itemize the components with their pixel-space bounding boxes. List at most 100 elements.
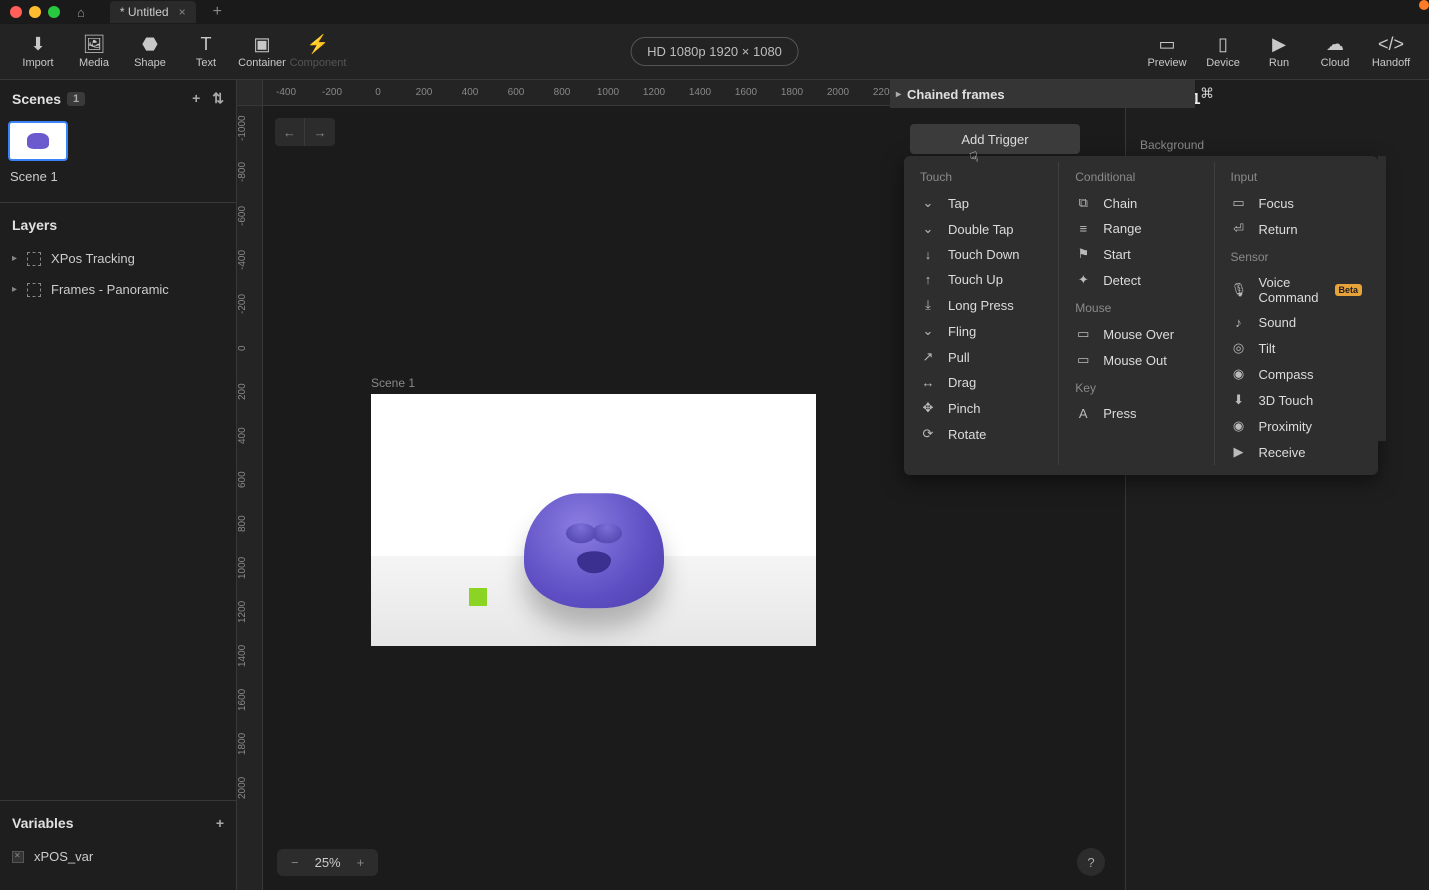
add-variable-button[interactable]: +	[216, 815, 224, 831]
trigger-item-touch-down[interactable]: ↓Touch Down	[906, 242, 1056, 267]
variables-header: Variables +	[0, 805, 236, 841]
disclosure-icon[interactable]: ▸	[896, 89, 901, 100]
trigger-item-receive[interactable]: ▶Receive	[1217, 439, 1376, 465]
start-icon: ⚑	[1075, 246, 1091, 262]
fling-icon: ⌄	[920, 323, 936, 339]
zoom-value[interactable]: 25%	[315, 855, 341, 870]
touch-up-icon: ↑	[920, 272, 936, 287]
add-trigger-button[interactable]: Add Trigger	[910, 124, 1080, 154]
close-tab-icon[interactable]: ×	[179, 5, 186, 19]
text-button[interactable]: T Text	[178, 27, 234, 77]
ruler-tick: 400	[237, 414, 262, 458]
chevron-right-icon[interactable]: ▸	[12, 253, 17, 264]
trigger-item-label: Range	[1103, 221, 1141, 236]
trigger-item-touch-up[interactable]: ↑Touch Up	[906, 267, 1056, 292]
trigger-item-focus[interactable]: ▭Focus	[1217, 190, 1376, 216]
container-button[interactable]: ▣ Container	[234, 27, 290, 77]
scene-label[interactable]: Scene 1	[0, 165, 236, 198]
green-marker[interactable]	[469, 588, 487, 606]
layer-item[interactable]: ▸ Frames - Panoramic	[0, 274, 236, 305]
ruler-tick: -600	[237, 194, 262, 238]
trigger-menu: Touch ⌄Tap⌄Double Tap↓Touch Down↑Touch U…	[904, 156, 1378, 475]
shape-button[interactable]: ⬣ Shape	[122, 27, 178, 77]
cloud-button[interactable]: ☁ Cloud	[1307, 27, 1363, 77]
handoff-button[interactable]: </> Handoff	[1363, 27, 1419, 77]
trigger-item-press[interactable]: APress	[1061, 401, 1211, 426]
trigger-item-pinch[interactable]: ✥Pinch	[906, 395, 1056, 421]
long-press-icon: ⤓	[920, 297, 936, 313]
scenes-count: 1	[67, 92, 85, 106]
trigger-item-range[interactable]: ≡ Range	[1061, 216, 1211, 241]
window-titlebar: ⌂ * Untitled × +	[0, 0, 1429, 24]
double-tap-icon: ⌄	[920, 221, 936, 237]
nav-back-button[interactable]: ←	[275, 118, 305, 146]
device-button[interactable]: ▯ Device	[1195, 27, 1251, 77]
chained-frames-header[interactable]: ▸ Chained frames	[890, 80, 1195, 108]
resolution-label: HD 1080p 1920 × 1080	[647, 44, 782, 59]
chain-link-icon: ⌘	[1200, 85, 1214, 102]
drag-icon: ↔	[920, 375, 936, 390]
window-minimize-icon[interactable]	[29, 6, 41, 18]
run-button[interactable]: ▶ Run	[1251, 27, 1307, 77]
zoom-out-button[interactable]: −	[285, 853, 305, 872]
resolution-pill[interactable]: HD 1080p 1920 × 1080	[630, 37, 799, 66]
trigger-item-pull[interactable]: ↗Pull	[906, 344, 1056, 370]
range-icon: ≡	[1075, 221, 1091, 236]
document-tab[interactable]: * Untitled ×	[110, 1, 196, 23]
scenes-settings-icon[interactable]: ⇅	[212, 90, 224, 107]
layer-item[interactable]: ▸ XPos Tracking	[0, 243, 236, 274]
zoom-in-button[interactable]: +	[351, 853, 371, 872]
device-icon: ▯	[1218, 34, 1228, 54]
frame-content[interactable]	[371, 394, 816, 646]
add-scene-button[interactable]: +	[192, 90, 200, 107]
trigger-item-return[interactable]: ⏎Return	[1217, 216, 1376, 242]
tilt-icon: ◎	[1231, 340, 1247, 356]
help-button[interactable]: ?	[1077, 848, 1105, 876]
trigger-item-label: Rotate	[948, 427, 986, 442]
window-close-icon[interactable]	[10, 6, 22, 18]
ruler-tick: 1400	[237, 634, 262, 678]
trigger-item-drag[interactable]: ↔Drag	[906, 370, 1056, 395]
scenes-title: Scenes	[12, 91, 61, 107]
media-button[interactable]: 🖼 Media	[66, 27, 122, 77]
preview-button[interactable]: ▭ Preview	[1139, 27, 1195, 77]
trigger-group-input: Input	[1217, 162, 1376, 190]
trigger-item-double-tap[interactable]: ⌄Double Tap	[906, 216, 1056, 242]
media-label: Media	[79, 57, 109, 69]
trigger-item-mouse-out[interactable]: ▭Mouse Out	[1061, 347, 1211, 373]
trigger-item-detect[interactable]: ✦Detect	[1061, 267, 1211, 293]
window-maximize-icon[interactable]	[48, 6, 60, 18]
trigger-item-sound[interactable]: ♪Sound	[1217, 310, 1376, 335]
scene-thumbnail[interactable]	[8, 121, 68, 161]
trigger-item-compass[interactable]: ◉Compass	[1217, 361, 1376, 387]
ruler-tick: 800	[539, 87, 585, 98]
add-tab-button[interactable]: +	[213, 3, 222, 21]
trigger-item-label: Focus	[1259, 196, 1294, 211]
trigger-item-3d-touch[interactable]: ⬇3D Touch	[1217, 387, 1376, 413]
import-button[interactable]: ⬇ Import	[10, 27, 66, 77]
trigger-item-fling[interactable]: ⌄Fling	[906, 318, 1056, 344]
ruler-tick: 800	[237, 502, 262, 546]
chevron-right-icon[interactable]: ▸	[12, 284, 17, 295]
component-button[interactable]: ⚡ Component	[290, 27, 346, 77]
trigger-item-proximity[interactable]: ◉Proximity	[1217, 413, 1376, 439]
ruler-tick: -800	[237, 150, 262, 194]
ruler-tick: -200	[237, 282, 262, 326]
trigger-item-long-press[interactable]: ⤓Long Press	[906, 292, 1056, 318]
trigger-item-label: Return	[1259, 222, 1298, 237]
trigger-item-voice-command[interactable]: 🎙Voice CommandBeta	[1217, 270, 1376, 310]
trigger-item-start[interactable]: ⚑Start	[1061, 241, 1211, 267]
trigger-item-tap[interactable]: ⌄Tap	[906, 190, 1056, 216]
ruler-tick: 1600	[723, 87, 769, 98]
variable-item[interactable]: xPOS_var	[0, 841, 236, 872]
home-icon[interactable]: ⌂	[77, 5, 85, 20]
trigger-item-chain[interactable]: ⧉Chain	[1061, 190, 1211, 216]
trigger-item-tilt[interactable]: ◎Tilt	[1217, 335, 1376, 361]
media-icon: 🖼	[83, 34, 106, 54]
run-icon: ▶	[1272, 34, 1286, 54]
trigger-item-rotate[interactable]: ⟳Rotate	[906, 421, 1056, 447]
mouse-over-icon: ▭	[1075, 326, 1091, 342]
nav-forward-button[interactable]: →	[305, 118, 335, 146]
trigger-item-mouse-over[interactable]: ▭Mouse Over	[1061, 321, 1211, 347]
scene-frame[interactable]: Scene 1	[371, 376, 816, 646]
